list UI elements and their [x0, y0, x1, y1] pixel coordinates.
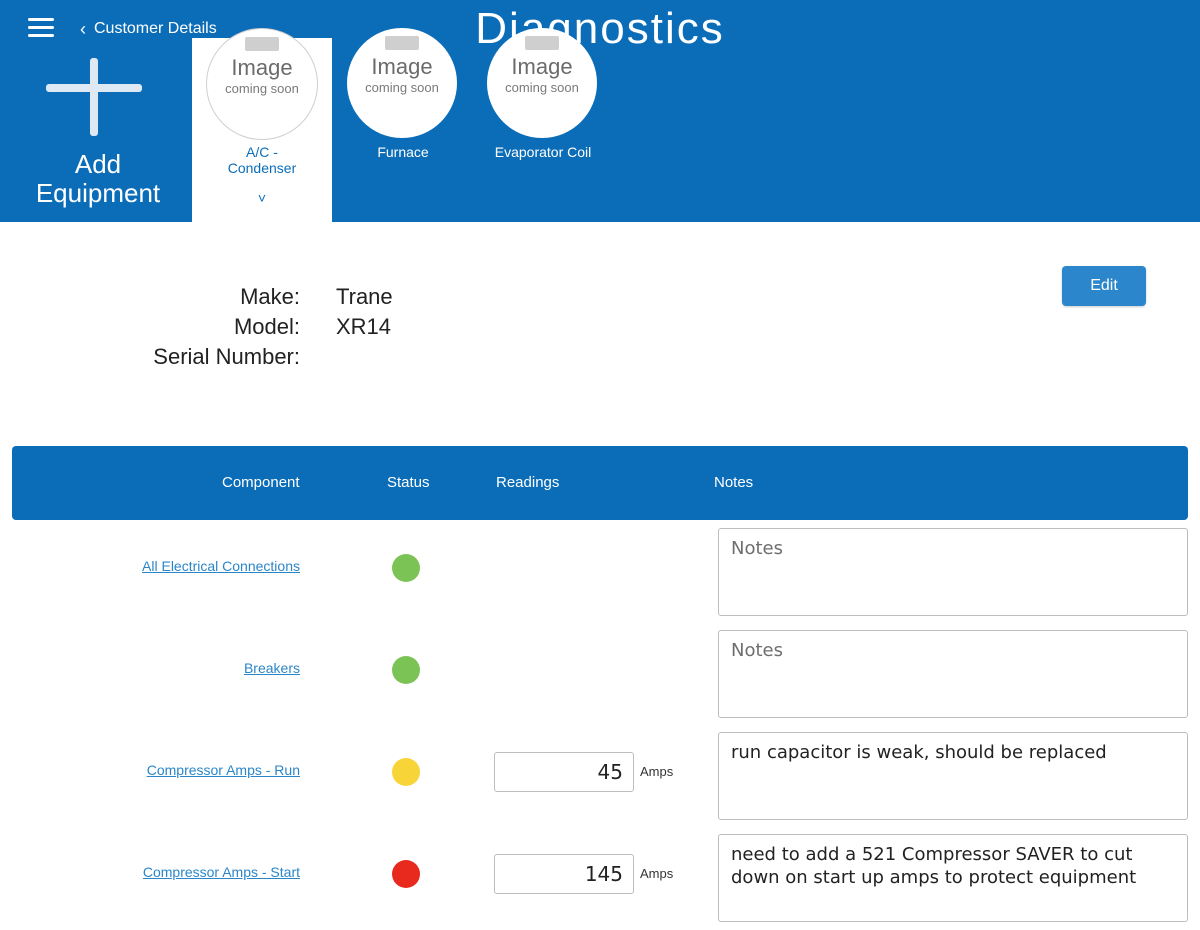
- status-indicator[interactable]: [392, 656, 420, 684]
- equipment-name: Furnace: [377, 144, 429, 160]
- column-header-notes: Notes: [714, 474, 754, 491]
- plus-icon: [46, 58, 142, 136]
- table-row: Compressor Amps - Run Amps run capacitor…: [0, 726, 1200, 828]
- table-row: Breakers: [0, 624, 1200, 726]
- image-placeholder-subtitle: coming soon: [505, 80, 579, 95]
- image-placeholder-title: Image: [231, 55, 293, 80]
- edit-button[interactable]: Edit: [1062, 266, 1146, 306]
- column-header-component: Component: [222, 474, 300, 491]
- reading-input[interactable]: [494, 854, 634, 894]
- serial-number-label: Serial Number:: [153, 344, 300, 369]
- image-placeholder-title: Image: [511, 54, 573, 79]
- equipment-name: A/C - Condenser: [227, 144, 297, 176]
- reading-unit: Amps: [640, 764, 674, 779]
- column-header-readings: Readings: [496, 474, 560, 491]
- status-indicator[interactable]: [392, 554, 420, 582]
- image-placeholder-subtitle: coming soon: [225, 81, 299, 96]
- status-indicator[interactable]: [392, 860, 420, 888]
- table-row: All Electrical Connections: [0, 522, 1200, 624]
- status-indicator[interactable]: [392, 758, 420, 786]
- camera-icon: [525, 36, 559, 50]
- equipment-image-placeholder: Image coming soon: [487, 28, 597, 138]
- equipment-item-evaporator-coil[interactable]: Image coming soon Evaporator Coil: [473, 28, 613, 222]
- add-equipment-button[interactable]: Add Equipment: [18, 58, 178, 218]
- component-link[interactable]: Compressor Amps - Start: [0, 864, 300, 880]
- component-link[interactable]: Breakers: [0, 660, 300, 676]
- add-equipment-label: Add Equipment: [35, 149, 161, 208]
- model-value: XR14: [336, 314, 392, 339]
- camera-icon: [245, 37, 279, 51]
- equipment-name: Evaporator Coil: [494, 144, 592, 160]
- camera-icon: [385, 36, 419, 50]
- component-link[interactable]: Compressor Amps - Run: [0, 762, 300, 778]
- equipment-item-ac-condenser[interactable]: Image coming soon A/C - Condenser ˅: [192, 28, 332, 222]
- model-label: Model:: [233, 314, 300, 339]
- reading-input[interactable]: [494, 752, 634, 792]
- notes-field[interactable]: need to add a 521 Compressor SAVER to cu…: [718, 834, 1188, 922]
- notes-field[interactable]: [718, 630, 1188, 718]
- reading-unit: Amps: [640, 866, 674, 881]
- image-placeholder-subtitle: coming soon: [365, 80, 439, 95]
- equipment-item-furnace[interactable]: Image coming soon Furnace: [333, 28, 473, 222]
- notes-field[interactable]: run capacitor is weak, should be replace…: [718, 732, 1188, 820]
- equipment-image-placeholder: Image coming soon: [206, 28, 318, 140]
- column-header-status: Status: [387, 474, 430, 491]
- diagnostics-table-header: Component Status Readings Notes: [12, 446, 1188, 520]
- equipment-image-placeholder: Image coming soon: [347, 28, 457, 138]
- notes-field[interactable]: [718, 528, 1188, 616]
- component-link[interactable]: All Electrical Connections: [0, 558, 300, 574]
- chevron-down-icon[interactable]: ˅: [192, 190, 332, 206]
- make-value: Trane: [336, 284, 393, 309]
- image-placeholder-title: Image: [371, 54, 433, 79]
- make-label: Make:: [240, 284, 300, 309]
- table-row: Compressor Amps - Start Amps need to add…: [0, 828, 1200, 930]
- top-bar: ‹ Customer Details Diagnostics Add Equip…: [0, 0, 1200, 222]
